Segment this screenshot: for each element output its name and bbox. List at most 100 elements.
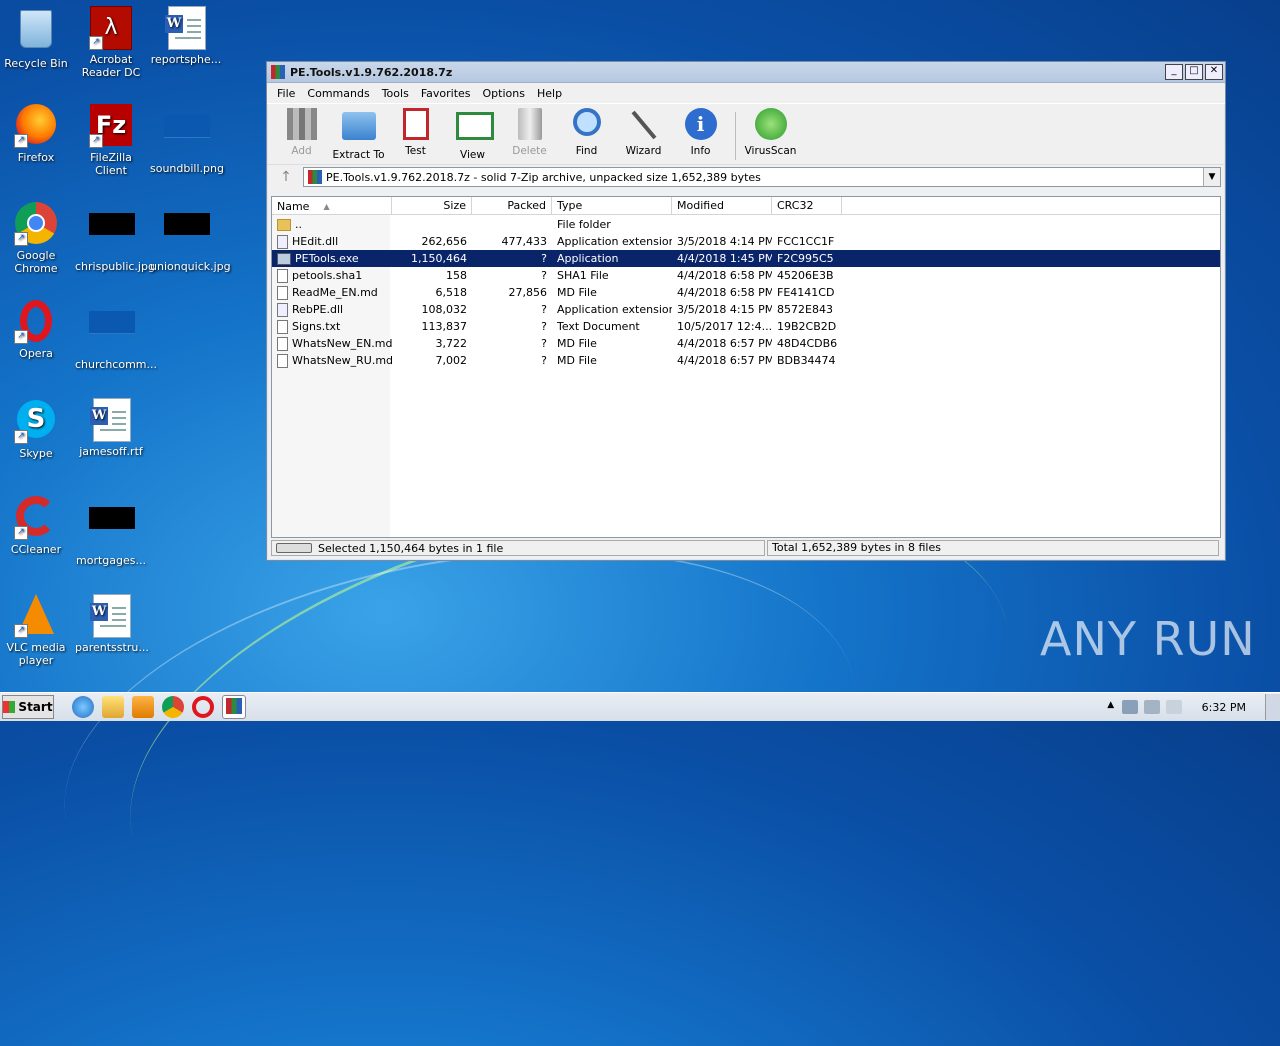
word-document-icon: W: [89, 594, 133, 638]
file-list[interactable]: Name ▲ Size Packed Type Modified CRC32 ..…: [271, 196, 1221, 538]
archive-icon: [308, 170, 322, 184]
word-document-icon: W: [89, 398, 133, 442]
image-file-icon: [89, 507, 135, 551]
menu-file[interactable]: File: [271, 87, 301, 100]
up-folder-button[interactable]: ↑: [273, 167, 299, 187]
menu-commands[interactable]: Commands: [301, 87, 375, 100]
chrome-icon[interactable]: [162, 696, 184, 718]
text-file-icon: [277, 319, 288, 334]
file-row-selected[interactable]: PETools.exe 1,150,464 ? Application 4/4/…: [272, 250, 1220, 267]
desktop-icon-chrispublic[interactable]: chrispublic.jpg: [75, 202, 155, 273]
extract-folder-icon: [341, 112, 376, 146]
delete-button[interactable]: Delete: [501, 104, 558, 157]
desktop-icon-filezilla[interactable]: Fz ↗ FileZilla Client: [75, 104, 147, 177]
add-button[interactable]: Add: [273, 104, 330, 157]
image-file-icon: [164, 115, 210, 159]
desktop-icon-jamesoff[interactable]: W jamesoff.rtf: [75, 398, 147, 458]
explorer-folder-icon[interactable]: [102, 696, 124, 718]
desktop-icon-chrome[interactable]: ↗ Google Chrome: [0, 202, 72, 275]
desktop-icon-unionquick[interactable]: unionquick.jpg: [150, 202, 231, 273]
menu-favorites[interactable]: Favorites: [415, 87, 477, 100]
file-row[interactable]: petools.sha1 158 ? SHA1 File 4/4/2018 6:…: [272, 267, 1220, 284]
recycle-bin-icon: [14, 10, 58, 54]
image-file-icon: [164, 213, 210, 257]
info-icon: i: [684, 108, 718, 142]
desktop-icon-parentsstru[interactable]: W parentsstru...: [75, 594, 149, 654]
desktop-icon-vlc[interactable]: ↗ VLC media player: [0, 594, 72, 667]
test-button[interactable]: Test: [387, 104, 444, 157]
close-button[interactable]: ✕: [1205, 64, 1223, 80]
archive-window: PE.Tools.v1.9.762.2018.7z _ □ ✕ File Com…: [266, 61, 1226, 561]
column-size[interactable]: Size: [392, 197, 472, 214]
chevron-up-icon[interactable]: ▲: [1106, 700, 1116, 714]
desktop-icon-ccleaner[interactable]: ↗ CCleaner: [0, 496, 72, 556]
volume-icon[interactable]: [1121, 700, 1138, 714]
column-packed[interactable]: Packed: [472, 197, 552, 214]
desktop-icon-mortgages[interactable]: mortgages...: [75, 496, 147, 567]
desktop-icon-firefox[interactable]: ↗ Firefox: [0, 104, 72, 164]
column-name[interactable]: Name ▲: [272, 197, 392, 214]
dll-file-icon: [277, 302, 288, 317]
winrar-taskbar-button[interactable]: [222, 695, 246, 719]
clock[interactable]: 6:32 PM: [1202, 701, 1246, 714]
status-selection: Selected 1,150,464 bytes in 1 file: [271, 540, 765, 556]
file-row[interactable]: ReadMe_EN.md 6,518 27,856 MD File 4/4/20…: [272, 284, 1220, 301]
file-row[interactable]: Signs.txt 113,837 ? Text Document 10/5/2…: [272, 318, 1220, 335]
ie-icon[interactable]: [72, 696, 94, 718]
flag-icon[interactable]: [1165, 700, 1182, 714]
filezilla-icon: Fz ↗: [89, 104, 133, 148]
media-player-icon[interactable]: [132, 696, 154, 718]
column-headers: Name ▲ Size Packed Type Modified CRC32: [272, 197, 1220, 215]
extract-to-button[interactable]: Extract To: [330, 104, 387, 161]
desktop-icon-recycle-bin[interactable]: Recycle Bin: [0, 6, 72, 70]
column-type[interactable]: Type: [552, 197, 672, 214]
vlc-icon: ↗: [14, 594, 58, 638]
virusscan-bug-icon: [754, 108, 788, 142]
ccleaner-icon: ↗: [14, 496, 58, 540]
minimize-button[interactable]: _: [1165, 64, 1183, 80]
maximize-button[interactable]: □: [1185, 64, 1203, 80]
dll-file-icon: [277, 234, 288, 249]
path-text: PE.Tools.v1.9.762.2018.7z - solid 7-Zip …: [326, 170, 761, 184]
toolbar-separator: [735, 112, 736, 160]
start-button[interactable]: Start: [2, 695, 54, 719]
file-row[interactable]: RebPE.dll 108,032 ? Application extensio…: [272, 301, 1220, 318]
title-bar[interactable]: PE.Tools.v1.9.762.2018.7z _ □ ✕: [267, 62, 1225, 83]
menu-options[interactable]: Options: [477, 87, 531, 100]
file-icon: [277, 336, 288, 351]
show-desktop-button[interactable]: [1265, 694, 1280, 720]
find-button[interactable]: Find: [558, 104, 615, 157]
opera-icon[interactable]: [192, 696, 214, 718]
desktop-icon-acrobat[interactable]: λ ↗ Acrobat Reader DC: [75, 6, 147, 79]
desktop-icon-soundbill[interactable]: soundbill.png: [150, 104, 224, 175]
file-row[interactable]: .. File folder: [272, 216, 1220, 233]
opera-icon: ↗: [14, 300, 58, 344]
menu-tools[interactable]: Tools: [376, 87, 415, 100]
menu-help[interactable]: Help: [531, 87, 568, 100]
virusscan-button[interactable]: VirusScan: [742, 104, 799, 157]
magnifier-icon: [570, 108, 604, 142]
column-modified[interactable]: Modified: [672, 197, 772, 214]
chrome-icon: ↗: [14, 202, 58, 246]
chevron-down-icon[interactable]: ▼: [1203, 168, 1220, 186]
image-file-icon: [89, 311, 135, 355]
skype-icon: S ↗: [14, 400, 58, 444]
file-row[interactable]: WhatsNew_RU.md 7,002 ? MD File 4/4/2018 …: [272, 352, 1220, 369]
status-bar: Selected 1,150,464 bytes in 1 file Total…: [271, 539, 1219, 557]
view-button[interactable]: View: [444, 104, 501, 161]
file-row[interactable]: HEdit.dll 262,656 477,433 Application ex…: [272, 233, 1220, 250]
archive-icon: [226, 698, 242, 714]
path-dropdown[interactable]: PE.Tools.v1.9.762.2018.7z - solid 7-Zip …: [303, 167, 1221, 187]
desktop-icon-opera[interactable]: ↗ Opera: [0, 300, 72, 360]
desktop-icon-reportsphe[interactable]: W reportsphe...: [150, 6, 222, 66]
wizard-wand-icon: [627, 108, 661, 142]
wizard-button[interactable]: Wizard: [615, 104, 672, 157]
file-row[interactable]: WhatsNew_EN.md 3,722 ? MD File 4/4/2018 …: [272, 335, 1220, 352]
toolbar: Add Extract To Test View Delete Find Wiz…: [267, 103, 1225, 164]
desktop-icon-churchcomm[interactable]: churchcomm...: [75, 300, 157, 371]
network-icon[interactable]: [1143, 700, 1160, 714]
desktop-icon-skype[interactable]: S ↗ Skype: [0, 398, 72, 460]
column-crc32[interactable]: CRC32: [772, 197, 842, 214]
add-icon: [285, 108, 319, 142]
info-button[interactable]: i Info: [672, 104, 729, 157]
